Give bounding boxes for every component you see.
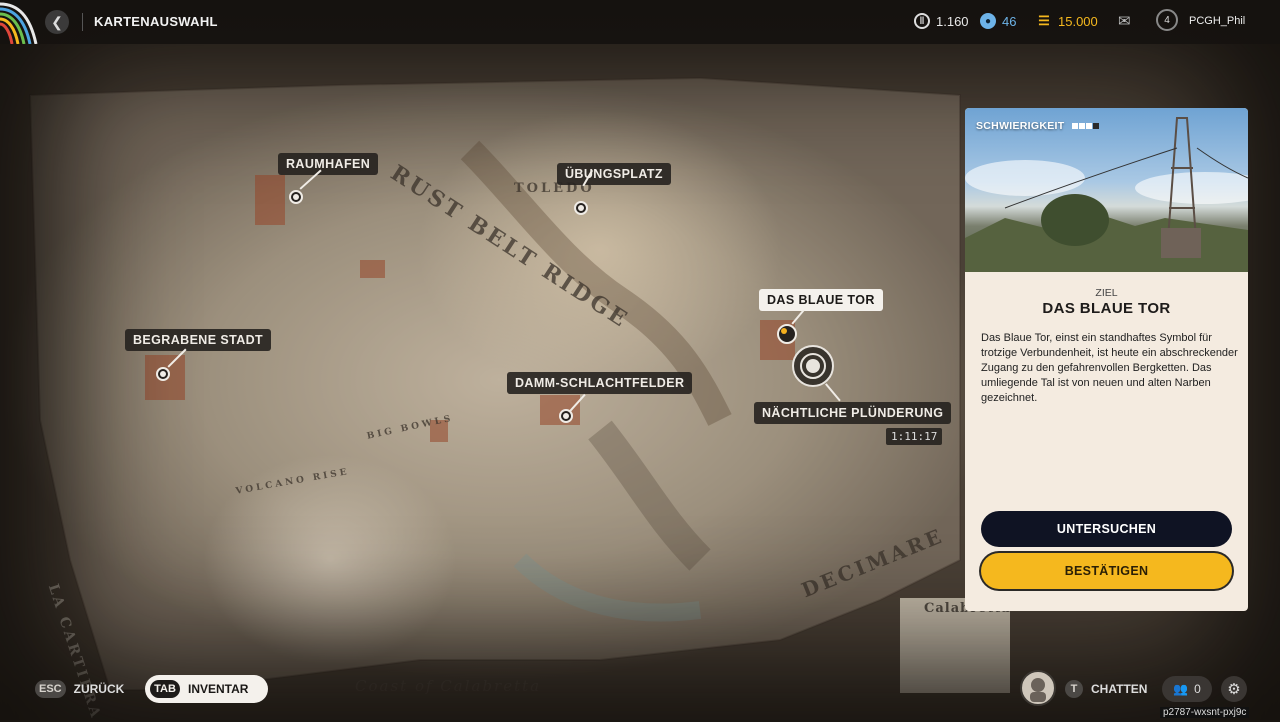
back-button[interactable]: ❮	[45, 10, 69, 34]
inventory-button[interactable]: TAB INVENTAR	[145, 675, 268, 703]
currency-token-value: 46	[1002, 13, 1017, 29]
gold-coin-icon: ☰	[1038, 13, 1050, 28]
difficulty-indicator: SCHWIERIGKEIT	[976, 120, 1100, 132]
difficulty-segment	[1086, 123, 1093, 129]
location-marker-raumhafen[interactable]	[289, 190, 303, 204]
inspect-button[interactable]: UNTERSUCHEN	[981, 511, 1232, 547]
location-preview-image: SCHWIERIGKEIT	[965, 108, 1248, 272]
t-keycap: T	[1065, 680, 1083, 698]
location-label-damm-schlachtfelder[interactable]: DAMM-SCHLACHTFELDER	[507, 372, 693, 394]
tab-keycap: TAB	[150, 680, 180, 698]
difficulty-segment	[1093, 123, 1100, 129]
location-label-raumhafen[interactable]: RAUMHAFEN	[278, 153, 379, 175]
location-marker-uebungsplatz[interactable]	[574, 201, 588, 215]
location-label-das-blaue-tor[interactable]: DAS BLAUE TOR	[759, 289, 883, 311]
event-marker-icon[interactable]	[792, 345, 834, 387]
location-detail-panel: SCHWIERIGKEIT ZIEL DAS BLAUE TOR Das Bla…	[965, 108, 1248, 611]
currency-silver[interactable]: ‖ 1.160	[914, 13, 969, 29]
objective-title: DAS BLAUE TOR	[1042, 300, 1171, 317]
location-label-begrabene-stadt[interactable]: BEGRABENE STADT	[125, 329, 272, 351]
level-badge: 4	[1156, 9, 1178, 31]
brand-stripes-icon	[0, 2, 38, 44]
currency-token[interactable]: ● 46	[980, 13, 1016, 29]
mail-icon[interactable]: ✉	[1118, 12, 1131, 30]
event-timer: 1:11:17	[886, 428, 943, 445]
back-action-label: ZURÜCK	[73, 682, 125, 696]
difficulty-segment	[1072, 123, 1079, 129]
divider	[82, 13, 83, 31]
location-marker-damm-schlachtfelder[interactable]	[559, 409, 573, 423]
difficulty-segment	[1079, 123, 1086, 129]
objective-label: ZIEL	[1095, 287, 1118, 299]
location-marker-das-blaue-tor[interactable]	[777, 324, 797, 344]
username[interactable]: PCGH_Phil	[1189, 15, 1245, 27]
friends-icon: 👥	[1173, 682, 1189, 696]
location-label-uebungsplatz[interactable]: ÜBUNGSPLATZ	[557, 163, 671, 185]
objective-description: Das Blaue Tor, einst ein standhaftes Sym…	[981, 332, 1238, 404]
confirm-button[interactable]: BESTÄTIGEN	[981, 553, 1232, 589]
location-marker-begrabene-stadt[interactable]	[156, 367, 170, 381]
inventory-label: INVENTAR	[188, 682, 249, 696]
chevron-left-icon: ❮	[51, 13, 63, 30]
location-preview-illustration	[965, 117, 1248, 272]
level-value: 4	[1164, 14, 1170, 26]
esc-keycap: ESC	[35, 680, 66, 698]
settings-button[interactable]: ⚙	[1221, 676, 1247, 702]
gear-icon: ⚙	[1227, 681, 1241, 698]
page-title: KARTENAUSWAHL	[94, 14, 218, 29]
difficulty-bar	[1072, 123, 1100, 129]
currency-gold[interactable]: ☰ 15.000	[1036, 13, 1098, 29]
silver-coin-icon: ‖	[914, 13, 930, 29]
player-avatar[interactable]	[1020, 670, 1056, 706]
friends-button[interactable]: 👥 0	[1162, 676, 1212, 702]
currency-silver-value: 1.160	[936, 13, 969, 29]
avatar-icon	[1030, 678, 1046, 702]
difficulty-label: SCHWIERIGKEIT	[976, 120, 1065, 132]
chat-label: CHATTEN	[1091, 682, 1148, 696]
map-label-coast: Coast of Calabretta	[355, 677, 542, 695]
currency-gold-value: 15.000	[1058, 13, 1098, 29]
event-label-naechtliche-pluenderung[interactable]: NÄCHTLICHE PLÜNDERUNG	[754, 402, 952, 424]
back-action[interactable]: ESC ZURÜCK	[35, 680, 124, 698]
friends-count: 0	[1194, 682, 1201, 696]
session-id: p2787-wxsnt-pxj9c	[1160, 707, 1250, 718]
chat-action[interactable]: T CHATTEN	[1065, 680, 1147, 698]
blue-token-icon: ●	[980, 13, 996, 29]
top-bar: ❮ KARTENAUSWAHL ‖ 1.160 ● 46 ☰ 15.000 ✉ …	[0, 0, 1280, 44]
